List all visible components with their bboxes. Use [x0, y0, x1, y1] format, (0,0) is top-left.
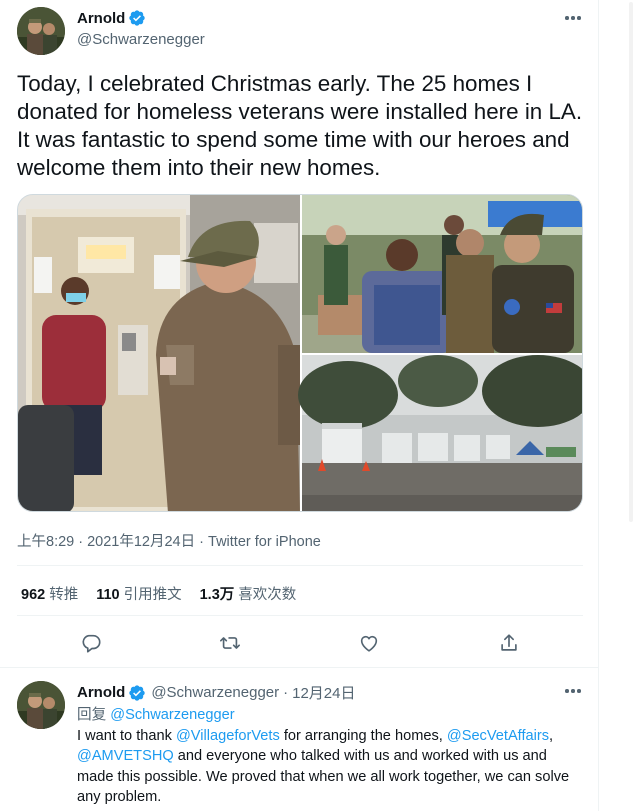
mention-link[interactable]: @VillageforVets: [176, 728, 280, 744]
reply-text: I want to thank @VillageforVets for arra…: [77, 726, 587, 808]
retweets-stat[interactable]: 962 转推: [21, 583, 78, 604]
more-horizontal-icon: [565, 689, 569, 693]
like-button[interactable]: [355, 629, 383, 657]
scrollbar-thumb[interactable]: [629, 2, 633, 522]
mention-link[interactable]: @SecVetAffairs: [447, 728, 549, 744]
scrollbar-track[interactable]: [599, 0, 637, 811]
reply-author-row: Arnold @Schwarzenegger · 12月24日: [77, 682, 356, 703]
mention-link[interactable]: @AMVETSHQ: [77, 748, 174, 764]
replying-to-link[interactable]: @Schwarzenegger: [110, 707, 234, 723]
quote-tweets-count: 110: [96, 587, 120, 603]
replying-to-line: 回复 @Schwarzenegger: [77, 705, 587, 726]
reply-text-segment: ,: [549, 727, 554, 744]
reply-more-options-button[interactable]: [559, 681, 587, 701]
tweet-timestamp-source[interactable]: 上午8:29 · 2021年12月24日 · Twitter for iPhon…: [17, 530, 321, 551]
more-options-button[interactable]: [559, 8, 587, 28]
retweets-count: 962: [21, 587, 46, 603]
retweets-label: 转推: [49, 587, 79, 603]
reply-author-avatar[interactable]: [17, 681, 65, 729]
author-handle-row: @Schwarzenegger: [77, 31, 205, 48]
reply-text-segment: for arranging the homes,: [279, 727, 447, 744]
author-avatar[interactable]: [17, 7, 65, 55]
verified-badge-icon: [129, 10, 146, 26]
divider: [17, 565, 583, 566]
photo-row-of-tiny-homes[interactable]: [298, 355, 583, 512]
tweet-media: [17, 194, 583, 512]
divider: [0, 667, 599, 668]
divider: [17, 615, 583, 616]
photo-veterans-gathering[interactable]: [302, 195, 583, 353]
author-name[interactable]: Arnold: [77, 10, 125, 27]
likes-count: 1.3万: [199, 587, 235, 603]
retweet-icon: [220, 637, 240, 649]
quote-tweets-label: 引用推文: [123, 587, 182, 603]
reply-author-handle[interactable]: @Schwarzenegger: [151, 684, 279, 701]
verified-badge-icon: [129, 684, 146, 701]
likes-label: 喜欢次数: [238, 587, 297, 603]
author-name-row[interactable]: Arnold: [77, 9, 146, 27]
author-handle[interactable]: @Schwarzenegger: [77, 31, 205, 48]
like-icon: [360, 635, 378, 652]
timeline-column: Arnold @Schwarzenegger Today, I celebrat…: [0, 0, 599, 811]
reply-date[interactable]: 12月24日: [292, 682, 355, 703]
avatar-photo-icon: [17, 681, 65, 729]
reply-text-segment: I want to thank: [77, 727, 176, 744]
tweet-action-bar: [17, 629, 583, 657]
reply-icon: [82, 634, 101, 653]
tweet-text: Today, I celebrated Christmas early. The…: [17, 71, 583, 180]
separator-dot: ·: [283, 684, 289, 701]
avatar-photo-icon: [17, 7, 65, 55]
reply-author-name[interactable]: Arnold: [77, 684, 125, 701]
more-horizontal-icon: [565, 16, 569, 20]
retweet-button[interactable]: [216, 629, 244, 657]
share-button[interactable]: [495, 629, 523, 657]
engagement-stats: 962 转推 110 引用推文 1.3万 喜欢次数: [21, 583, 314, 604]
likes-stat[interactable]: 1.3万 喜欢次数: [200, 583, 297, 604]
replying-to-label: 回复: [77, 707, 107, 723]
quote-tweets-stat[interactable]: 110 引用推文: [96, 583, 181, 604]
reply-button[interactable]: [77, 629, 105, 657]
reply-body: 回复 @Schwarzenegger I want to thank @Vill…: [77, 705, 587, 808]
photo-veteran-at-tiny-home-door[interactable]: [18, 195, 300, 512]
share-icon: [501, 634, 517, 651]
